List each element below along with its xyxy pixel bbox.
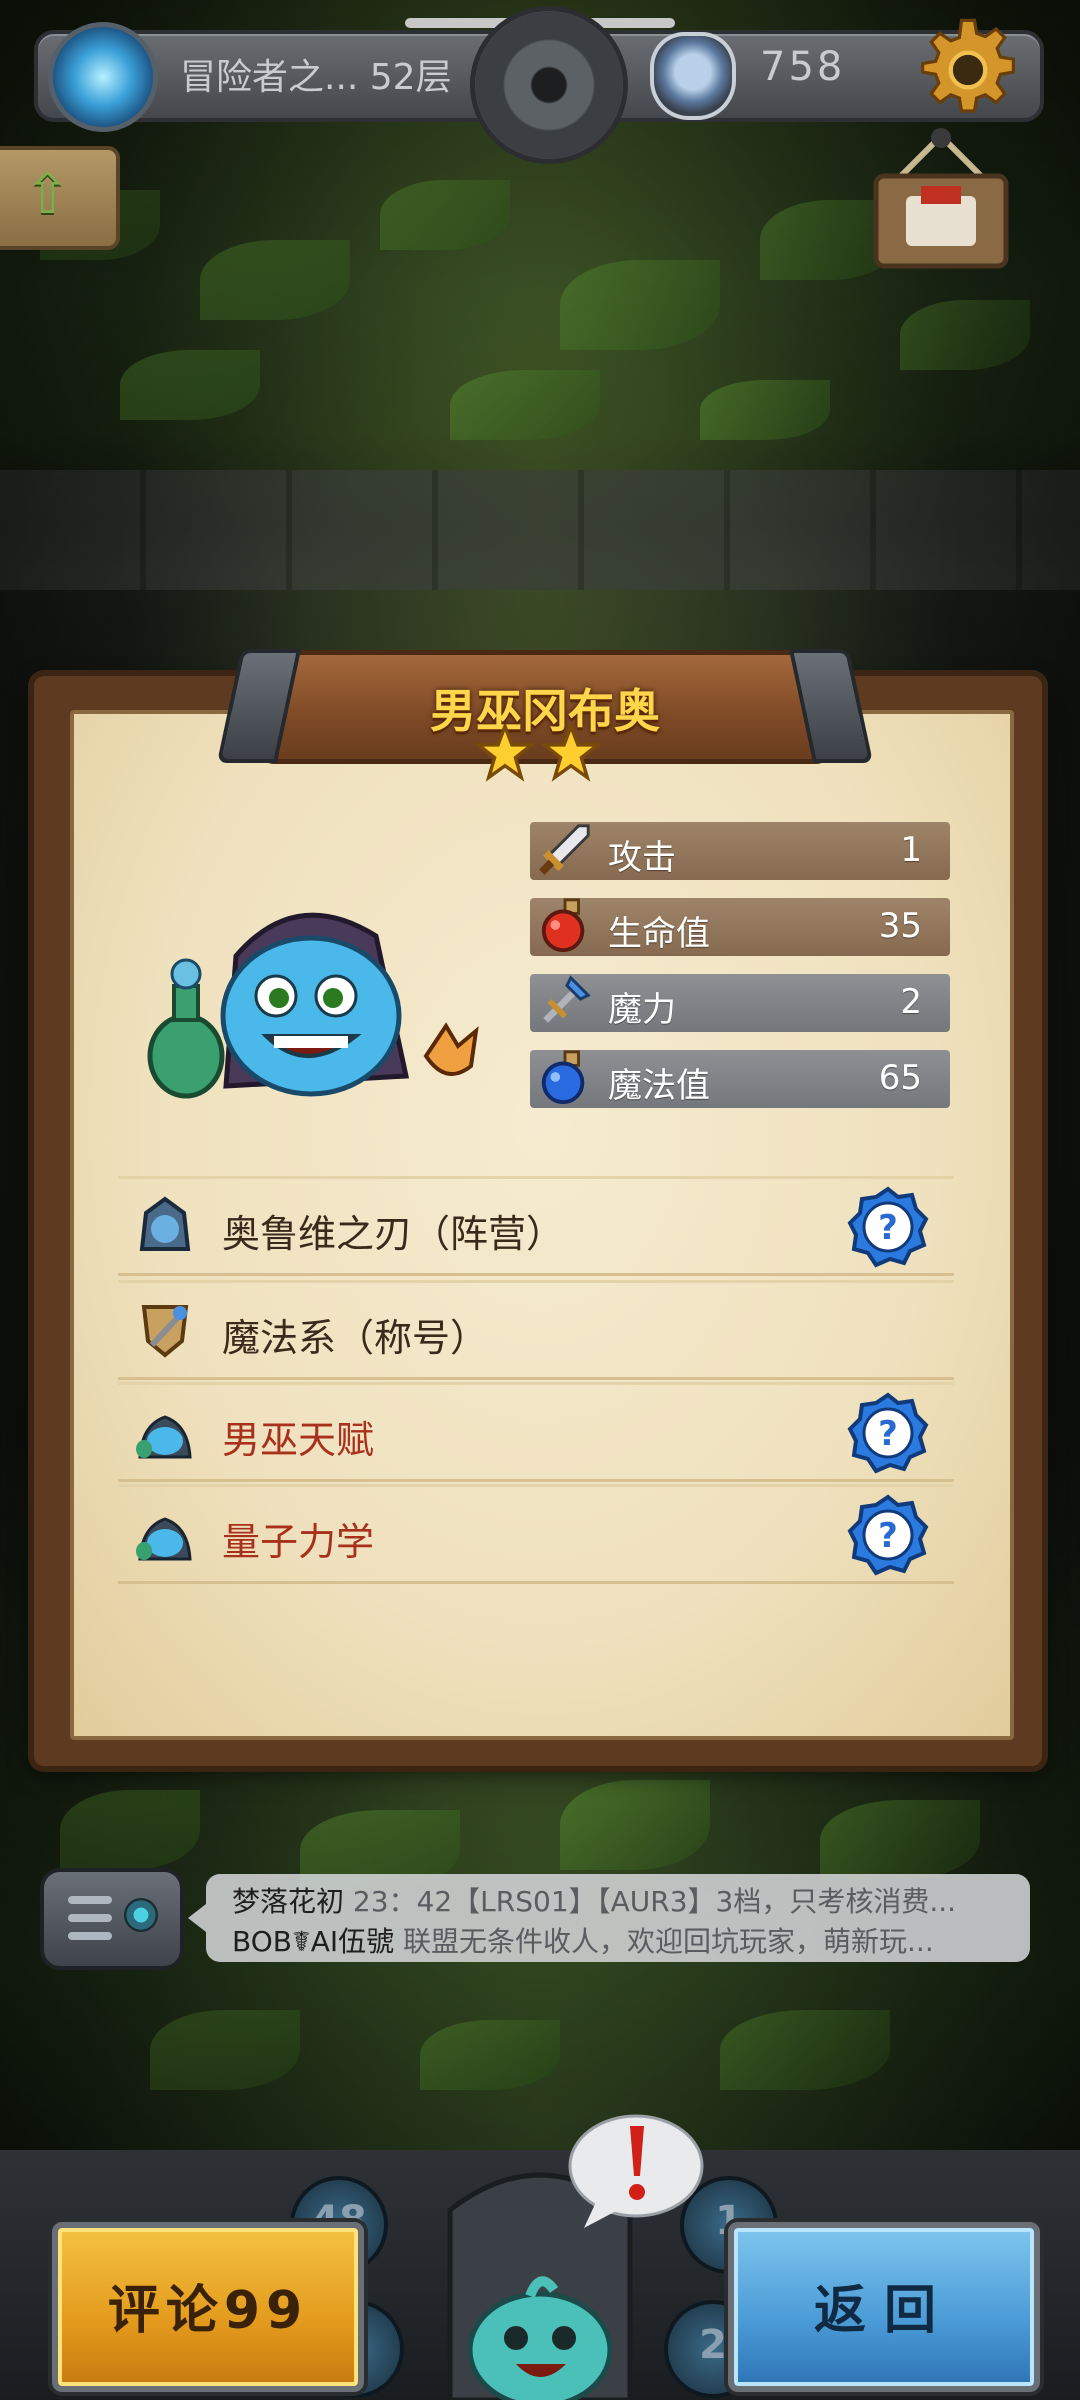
shop-sign-icon[interactable] (866, 126, 1016, 276)
svg-text:?: ? (878, 1516, 898, 1556)
stat-hp: 生命值 35 (530, 898, 950, 956)
sword-icon (539, 824, 590, 875)
compass-disk-icon (470, 6, 628, 164)
wizard-gumball-portrait (147, 912, 479, 1099)
gem-icon (650, 32, 736, 120)
trait-label: 量子力学 (222, 1520, 375, 1564)
alert-bubble-icon[interactable] (566, 2112, 706, 2230)
stat-value: 65 (878, 1058, 922, 1098)
floor-label[interactable]: 冒险者之... 52层 (180, 48, 452, 100)
star-rating (476, 724, 604, 786)
stat-value: 1 (900, 830, 922, 870)
gear-icon[interactable] (914, 16, 1022, 124)
trait-row-title: 魔法系（称号） (118, 1280, 954, 1380)
chat-message: BOB☤AI伍號 联盟无条件收人，欢迎回坑玩家，萌新玩... (232, 1920, 1012, 1960)
trait-row-faction[interactable]: 奥鲁维之刃（阵营） ? (118, 1176, 954, 1276)
help-icon[interactable]: ? (846, 1391, 930, 1475)
stat-magic: 魔力 2 (530, 974, 950, 1032)
trait-row-quantum-mechanics[interactable]: 量子力学 ? (118, 1484, 954, 1584)
chat-indicator-icon (124, 1898, 158, 1932)
stat-value: 35 (878, 906, 922, 946)
svg-text:?: ? (878, 1414, 898, 1454)
portal-icon[interactable] (48, 22, 158, 132)
trait-label: 奥鲁维之刃（阵营） (222, 1212, 565, 1256)
trait-label: 魔法系（称号） (222, 1316, 489, 1360)
up-arrow-icon: ⇧ (24, 162, 71, 227)
stat-label: 生命值 (608, 914, 710, 954)
stat-attack: 攻击 1 (530, 822, 950, 880)
comment-button[interactable]: 评论99 (52, 2222, 364, 2392)
gem-count: 758 (760, 44, 846, 90)
blue-potion-icon (541, 1050, 585, 1105)
stat-label: 魔法值 (608, 1066, 710, 1106)
stat-label: 魔力 (608, 990, 676, 1030)
magic-staff-icon (543, 975, 591, 1023)
chat-sender: BOB☤AI伍號 (232, 1925, 395, 1958)
up-arrow-button[interactable]: ⇧ (0, 146, 120, 250)
return-button[interactable]: 返回 (728, 2222, 1040, 2392)
wizard-gumball-icon (136, 1415, 192, 1459)
chat-text: 23：42【LRS01】【AUR3】3档，只考核消费... (352, 1885, 957, 1918)
help-icon[interactable]: ? (846, 1185, 930, 1269)
chat-menu-button[interactable] (40, 1868, 184, 1970)
chat-sender: 梦落花初 (232, 1885, 345, 1918)
stat-value: 2 (900, 982, 922, 1022)
magic-title-shield-icon (141, 1305, 189, 1358)
stat-mp: 魔法值 65 (530, 1050, 950, 1108)
star-icon (476, 724, 534, 782)
help-icon[interactable]: ? (846, 1493, 930, 1577)
trait-row-wizard-talent[interactable]: 男巫天赋 ? (118, 1382, 954, 1482)
trait-label: 男巫天赋 (222, 1418, 375, 1462)
stone-wall (0, 470, 1080, 590)
return-button-label: 返回 (813, 2281, 954, 2341)
svg-text:?: ? (878, 1208, 898, 1248)
red-potion-icon (541, 898, 585, 953)
chat-text: 联盟无条件收人，欢迎回坑玩家，萌新玩... (403, 1925, 934, 1958)
stat-label: 攻击 (608, 838, 676, 878)
wizard-gumball-icon (136, 1517, 192, 1561)
chat-message: 梦落花初 23：42【LRS01】【AUR3】3档，只考核消费... (232, 1880, 1012, 1920)
star-icon (542, 724, 600, 782)
faction-gumball-icon (139, 1196, 191, 1251)
comment-button-label: 评论99 (107, 2281, 309, 2341)
game-screen: 冒险者之... 52层 758 ⇧ 男巫冈布奥 攻击 1 生命值 35 魔力 2… (0, 0, 1080, 2400)
chat-preview[interactable]: 梦落花初 23：42【LRS01】【AUR3】3档，只考核消费... BOB☤A… (188, 1874, 1030, 1962)
